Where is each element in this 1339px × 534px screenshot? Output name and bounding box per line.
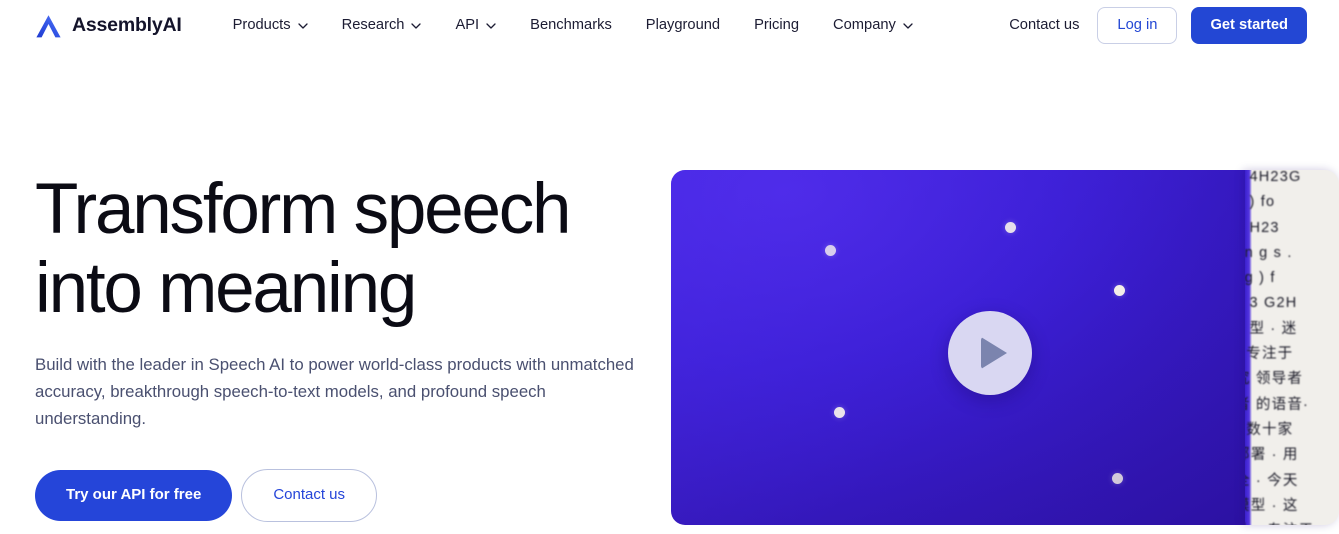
hero-text-column: Transform speech into meaning Build with…	[35, 170, 671, 522]
nav-item-research-label: Research	[341, 17, 405, 34]
transcript-line: i n g s .	[1245, 244, 1293, 261]
decorative-dot	[1112, 473, 1123, 484]
top-navigation-bar: AssemblyAI Products Research API Benchma…	[0, 0, 1339, 51]
transcript-text-lines: 3 4H23G g ) fo 4 H23 i n g s . i g ) f 2 3 G2…	[1245, 170, 1339, 525]
nav-item-research[interactable]: Research	[325, 12, 439, 39]
transcript-line: 3 4H23G	[1245, 170, 1302, 185]
assemblyai-lambda-logo-icon	[34, 12, 63, 39]
hero-subtitle: Build with the leader in Speech AI to po…	[35, 355, 634, 428]
nav-item-company[interactable]: Company	[816, 12, 930, 39]
transcript-line: 部署 · 用	[1245, 447, 1299, 464]
play-video-button[interactable]	[948, 311, 1032, 395]
try-our-api-for-free-button[interactable]: Try our API for free	[35, 470, 233, 521]
get-started-button[interactable]: Get started	[1191, 7, 1307, 44]
transcript-line: 4 H23	[1245, 219, 1280, 236]
chevron-down-icon	[486, 22, 496, 29]
transcript-line: · 专注于	[1245, 346, 1294, 363]
nav-item-products[interactable]: Products	[216, 12, 325, 39]
brand-logo-link[interactable]: AssemblyAI	[34, 12, 182, 39]
decorative-dot	[834, 407, 845, 418]
nav-item-playground[interactable]: Playground	[629, 12, 737, 39]
transcript-line: 究 领导者	[1245, 371, 1304, 388]
page-title: Transform speech into meaning	[35, 170, 572, 328]
brand-name-label: AssemblyAI	[72, 13, 182, 36]
nav-item-api-label: API	[455, 17, 480, 34]
transcript-line: · 数十家	[1245, 421, 1294, 438]
nav-item-playground-label: Playground	[645, 17, 721, 34]
nav-contact-us-link[interactable]: Contact us	[1005, 12, 1083, 39]
nav-item-products-label: Products	[232, 17, 291, 34]
transcript-line: 全 · 今天	[1245, 472, 1299, 489]
transcript-line: g ) fo	[1245, 194, 1276, 211]
transcript-line: p 型 · 迷	[1245, 320, 1298, 337]
hero-media-column: 3 4H23G g ) fo 4 H23 i n g s . i g ) f 2 3 G2…	[671, 170, 1339, 530]
nav-item-api[interactable]: API	[438, 12, 513, 39]
hero-cta-group: Try our API for free Contact us	[35, 469, 671, 522]
transcript-line: 模型 · 这	[1245, 497, 1299, 514]
nav-item-benchmarks-label: Benchmarks	[530, 17, 612, 34]
decorative-dot	[1005, 222, 1016, 233]
nav-item-pricing[interactable]: Pricing	[737, 12, 816, 39]
play-triangle-icon	[981, 337, 1007, 369]
decorative-dot	[1114, 285, 1125, 296]
hero-video-thumbnail[interactable]	[671, 170, 1296, 525]
contact-us-button[interactable]: Contact us	[241, 469, 378, 522]
decorative-dot	[825, 245, 836, 256]
nav-item-pricing-label: Pricing	[754, 17, 800, 34]
transcript-line: 队 · 专注于	[1245, 519, 1339, 525]
chevron-down-icon	[411, 22, 422, 29]
nav-item-company-label: Company	[833, 17, 896, 34]
transcript-line: 2 3 G2H	[1245, 295, 1298, 312]
primary-nav-links: Products Research API Benchmarks Playgro…	[216, 12, 930, 39]
transcript-line: i g ) f	[1245, 270, 1276, 287]
nav-item-benchmarks[interactable]: Benchmarks	[513, 12, 629, 39]
hero-section: Transform speech into meaning Build with…	[0, 170, 1339, 525]
log-in-button[interactable]: Log in	[1097, 7, 1178, 44]
chevron-down-icon	[903, 22, 913, 29]
chevron-down-icon	[297, 22, 308, 29]
transcript-line: 者 的语音·	[1245, 396, 1310, 413]
blurred-transcript-strip: 3 4H23G g ) fo 4 H23 i n g s . i g ) f 2 3 G2…	[1245, 170, 1339, 525]
nav-actions: Contact us Log in Get started	[1005, 7, 1307, 44]
